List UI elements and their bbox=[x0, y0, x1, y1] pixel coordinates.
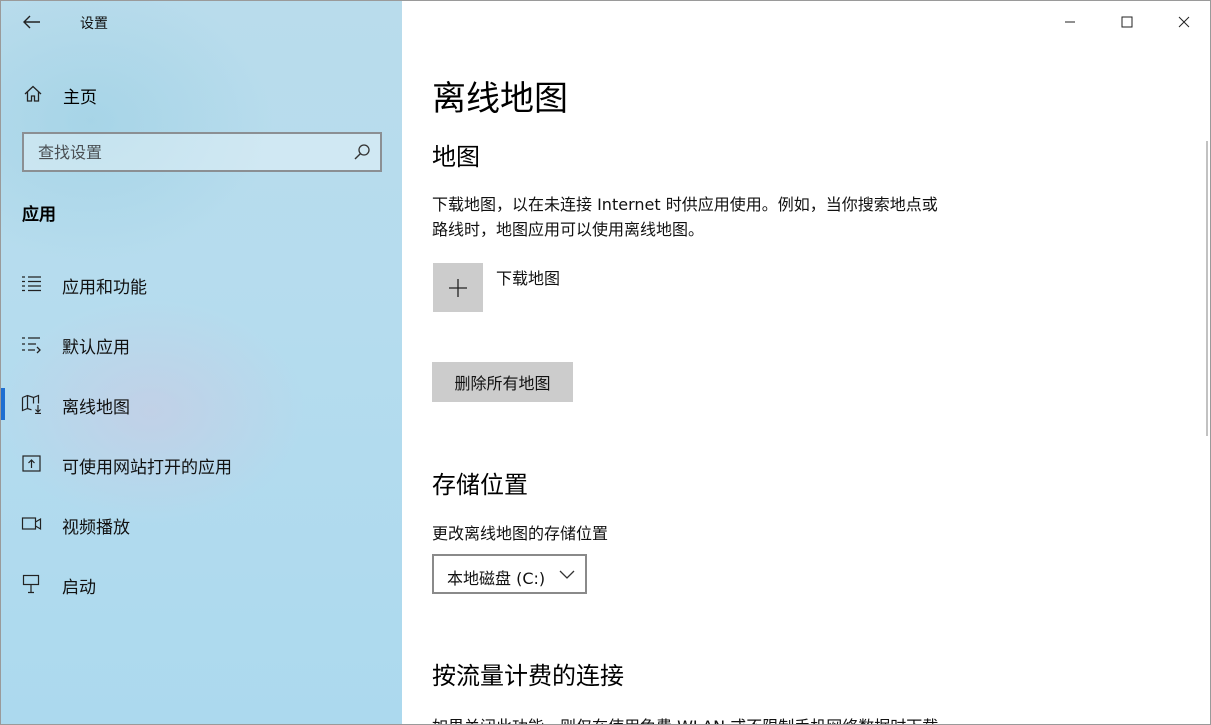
video-playback-icon bbox=[21, 517, 42, 531]
close-button[interactable] bbox=[1155, 1, 1210, 43]
sidebar-item-label: 启动 bbox=[62, 578, 96, 598]
maps-description-line2: 路线时，地图应用可以使用离线地图。 bbox=[432, 220, 705, 239]
close-icon bbox=[1178, 16, 1189, 28]
offline-maps-icon bbox=[21, 394, 41, 414]
delete-all-maps-button[interactable]: 删除所有地图 bbox=[432, 362, 573, 402]
settings-window: 设置 主页 应用 应用和功能 默 bbox=[0, 0, 1211, 725]
window-controls bbox=[1041, 1, 1210, 43]
maps-description-line1: 下载地图，以在未连接 Internet 时供应用使用。例如，当你搜索地点或 bbox=[432, 195, 938, 214]
minimize-icon bbox=[1064, 21, 1075, 23]
plus-icon bbox=[449, 278, 467, 297]
sidebar-item-label: 可使用网站打开的应用 bbox=[62, 458, 232, 478]
sidebar-item-label: 离线地图 bbox=[62, 398, 130, 418]
back-button[interactable] bbox=[15, 7, 49, 37]
search-icon[interactable] bbox=[353, 143, 371, 161]
search-box[interactable] bbox=[22, 132, 382, 172]
maximize-icon bbox=[1121, 16, 1132, 28]
storage-location-dropdown[interactable]: 本地磁盘 (C:) bbox=[432, 554, 587, 594]
page-title: 离线地图 bbox=[432, 79, 568, 119]
sidebar-item-label: 视频播放 bbox=[62, 518, 130, 538]
storage-change-label: 更改离线地图的存储位置 bbox=[432, 524, 609, 543]
title-bar: 设置 bbox=[1, 1, 402, 45]
sidebar-item-label: 应用和功能 bbox=[62, 278, 147, 298]
sidebar-item-default-apps[interactable]: 默认应用 bbox=[1, 322, 402, 366]
download-maps-label[interactable]: 下载地图 bbox=[496, 265, 560, 289]
scrollbar[interactable] bbox=[1206, 141, 1208, 436]
sidebar-item-apps-features[interactable]: 应用和功能 bbox=[1, 262, 402, 306]
sidebar-item-label: 默认应用 bbox=[62, 338, 130, 358]
minimize-button[interactable] bbox=[1041, 1, 1098, 43]
download-maps-button[interactable] bbox=[433, 263, 483, 312]
storage-location-value: 本地磁盘 (C:) bbox=[447, 569, 546, 588]
nav-home-label: 主页 bbox=[63, 88, 97, 108]
apps-for-websites-icon bbox=[22, 455, 41, 472]
home-icon bbox=[24, 85, 42, 102]
maps-heading: 地图 bbox=[432, 143, 480, 171]
main-content: 离线地图 地图 下载地图，以在未连接 Internet 时供应用使用。例如，当你… bbox=[402, 1, 1210, 724]
storage-heading: 存储位置 bbox=[432, 471, 528, 499]
apps-features-icon bbox=[22, 276, 41, 292]
sidebar-item-startup[interactable]: 启动 bbox=[1, 562, 402, 606]
maps-description: 下载地图，以在未连接 Internet 时供应用使用。例如，当你搜索地点或 路线… bbox=[432, 192, 992, 242]
back-arrow-icon bbox=[23, 15, 40, 29]
chevron-down-icon bbox=[559, 570, 575, 579]
sidebar-item-apps-for-websites[interactable]: 可使用网站打开的应用 bbox=[1, 442, 402, 486]
nav-home[interactable]: 主页 bbox=[1, 73, 402, 115]
section-title: 应用 bbox=[22, 205, 56, 225]
default-apps-icon bbox=[22, 337, 41, 354]
metered-heading: 按流量计费的连接 bbox=[432, 662, 624, 690]
sidebar-item-video-playback[interactable]: 视频播放 bbox=[1, 502, 402, 546]
metered-description: 如果关闭此功能，则仅在使用免费 WLAN 或不限制手机网络数据时下载 bbox=[432, 713, 938, 724]
sidebar-item-offline-maps[interactable]: 离线地图 bbox=[1, 382, 402, 426]
startup-icon bbox=[22, 574, 40, 594]
sidebar: 设置 主页 应用 应用和功能 默 bbox=[1, 1, 402, 724]
app-title: 设置 bbox=[80, 16, 108, 32]
search-input[interactable] bbox=[24, 134, 344, 170]
maximize-button[interactable] bbox=[1098, 1, 1155, 43]
